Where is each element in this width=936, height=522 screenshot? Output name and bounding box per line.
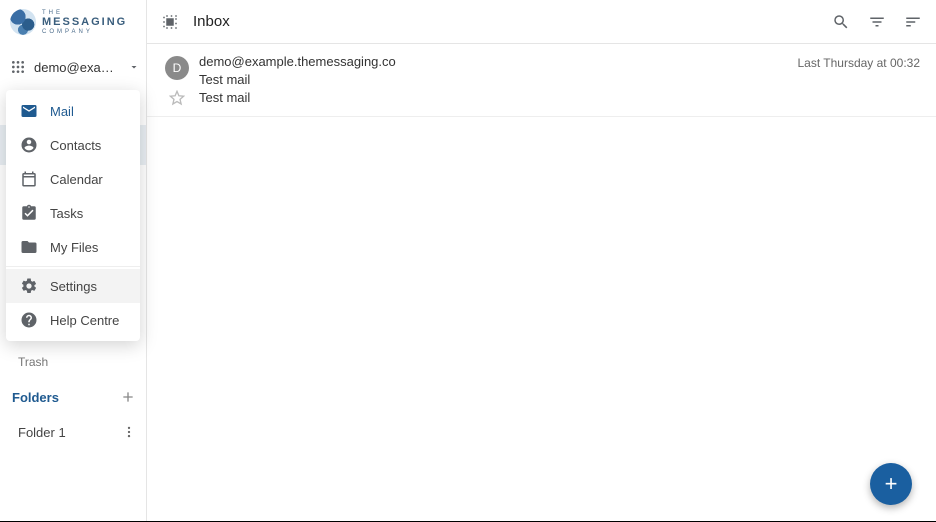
mail-icon: [20, 102, 38, 120]
plus-icon: +: [885, 471, 898, 497]
compose-button[interactable]: +: [870, 463, 912, 505]
logo-icon: [10, 9, 36, 35]
folders-header: Folders: [0, 379, 146, 415]
apps-menu-calendar[interactable]: Calendar: [6, 162, 140, 196]
folders-title: Folders: [12, 390, 59, 405]
calendar-icon: [20, 170, 38, 188]
search-icon[interactable]: [832, 13, 850, 31]
menu-label: Help Centre: [50, 313, 119, 328]
main-area: Inbox D demo@example.t: [147, 0, 936, 521]
star-icon[interactable]: [169, 90, 185, 106]
sidebar: THE MESSAGING COMPANY demo@exam... Trash…: [0, 0, 147, 521]
contacts-icon: [20, 136, 38, 154]
apps-menu-mail[interactable]: Mail: [6, 94, 140, 128]
apps-menu-settings[interactable]: Settings: [6, 269, 140, 303]
apps-menu-myfiles[interactable]: My Files: [6, 230, 140, 264]
folder-more-icon[interactable]: [122, 425, 136, 439]
folder-icon: [20, 238, 38, 256]
add-folder-button[interactable]: [120, 389, 136, 405]
avatar: D: [165, 56, 189, 80]
apps-menu: Mail Contacts Calendar Tasks: [6, 90, 140, 341]
message-time: Last Thursday at 00:32: [787, 54, 920, 106]
gear-icon: [20, 277, 38, 295]
message-row[interactable]: D demo@example.themessaging.co Test mail…: [147, 44, 936, 117]
folder-item[interactable]: Folder 1: [0, 415, 146, 449]
select-all-icon[interactable]: [161, 13, 179, 31]
message-preview: Test mail: [199, 90, 787, 105]
apps-grid-icon[interactable]: [10, 59, 26, 75]
help-icon: [20, 311, 38, 329]
sort-icon[interactable]: [904, 13, 922, 31]
menu-divider: [6, 266, 140, 267]
menu-label: Contacts: [50, 138, 101, 153]
message-subject: Test mail: [199, 72, 787, 87]
app-logo: THE MESSAGING COMPANY: [0, 0, 146, 44]
account-label: demo@exam...: [34, 60, 120, 75]
account-switcher[interactable]: demo@exam...: [0, 44, 146, 90]
chevron-down-icon: [128, 61, 140, 73]
sidebar-item-trash[interactable]: Trash: [0, 351, 146, 373]
apps-menu-help[interactable]: Help Centre: [6, 303, 140, 337]
tasks-icon: [20, 204, 38, 222]
apps-menu-tasks[interactable]: Tasks: [6, 196, 140, 230]
menu-label: Calendar: [50, 172, 103, 187]
logo-text: THE MESSAGING COMPANY: [42, 10, 127, 35]
message-from: demo@example.themessaging.co: [199, 54, 787, 69]
menu-label: My Files: [50, 240, 98, 255]
menu-label: Tasks: [50, 206, 83, 221]
folder-label: Folder 1: [18, 425, 66, 440]
apps-menu-contacts[interactable]: Contacts: [6, 128, 140, 162]
main-header: Inbox: [147, 0, 936, 44]
menu-label: Mail: [50, 104, 74, 119]
menu-label: Settings: [50, 279, 97, 294]
filter-icon[interactable]: [868, 13, 886, 31]
page-title: Inbox: [193, 13, 818, 30]
